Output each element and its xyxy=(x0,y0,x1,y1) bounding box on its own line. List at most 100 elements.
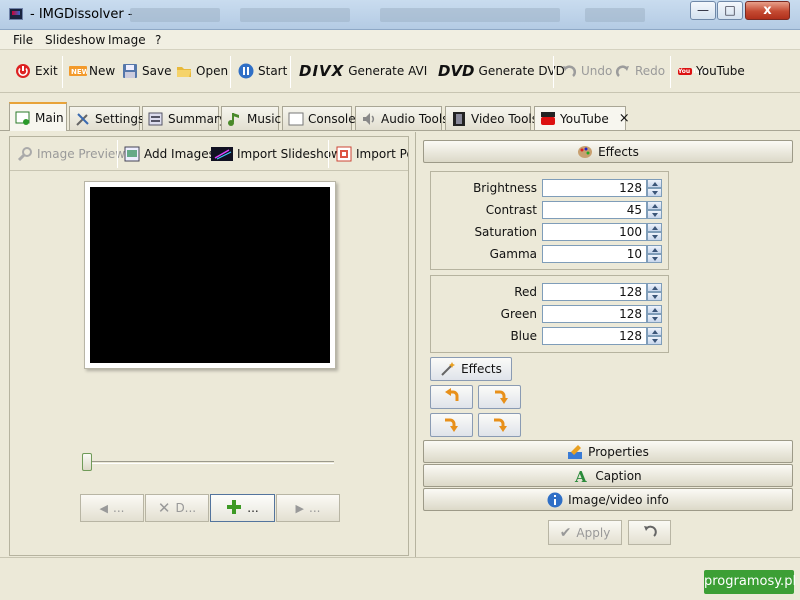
start-button[interactable]: Start xyxy=(238,60,287,82)
menu-help[interactable]: ? xyxy=(155,33,161,47)
blue-field[interactable]: 128 xyxy=(542,327,647,345)
generate-avi-button[interactable]: DIVX Generate AVI xyxy=(299,60,427,82)
red-label: Red xyxy=(514,285,537,299)
toolbar-separator xyxy=(117,140,118,168)
rotate-right-button[interactable] xyxy=(478,385,521,409)
save-button[interactable]: Save xyxy=(122,60,171,82)
info-section-header[interactable]: Image/video info xyxy=(423,488,793,511)
rotate-left-button[interactable] xyxy=(430,385,473,409)
contrast-spinner[interactable] xyxy=(647,201,662,219)
green-label: Green xyxy=(500,307,537,321)
minimize-icon: — xyxy=(697,3,709,17)
add-images-button[interactable]: Add Images xyxy=(124,144,215,164)
tab-youtube[interactable]: YouTube × xyxy=(534,106,630,130)
gamma-field[interactable]: 10 xyxy=(542,245,647,263)
arrow-right-icon: ▶ xyxy=(295,501,304,515)
slideshow-icon xyxy=(211,146,233,162)
redo-icon xyxy=(615,63,631,79)
tab-music[interactable]: Music xyxy=(221,106,281,130)
close-icon: x xyxy=(763,3,772,18)
main-tab-icon xyxy=(15,110,31,126)
previous-button[interactable]: ◀ ... xyxy=(80,494,144,522)
gamma-label: Gamma xyxy=(489,247,537,261)
flip-right-icon xyxy=(491,416,509,435)
console-icon xyxy=(288,111,304,127)
rotate-left-icon xyxy=(443,387,461,407)
caption-section-header[interactable]: A Caption xyxy=(423,464,793,487)
plus-icon xyxy=(226,499,242,518)
timeline-slider-track[interactable] xyxy=(84,461,334,464)
menu-image[interactable]: Image xyxy=(108,33,146,47)
window-title: - IMGDissolver - xyxy=(30,7,133,22)
toolbar-separator xyxy=(328,140,329,168)
tab-audio-tools[interactable]: Audio Tools xyxy=(355,106,448,130)
undo-changes-button[interactable] xyxy=(628,520,671,545)
undo-button[interactable]: Undo xyxy=(561,60,612,82)
apply-button[interactable]: ✔ Apply xyxy=(548,520,622,545)
toolbar-separator xyxy=(230,56,231,88)
green-field[interactable]: 128 xyxy=(542,305,647,323)
timeline-slider-thumb[interactable] xyxy=(82,453,92,471)
effects-section-header[interactable]: Effects xyxy=(423,140,793,163)
maximize-icon: □ xyxy=(724,3,736,17)
youtube-logo: You Tube xyxy=(678,67,709,75)
red-spinner[interactable] xyxy=(647,283,662,301)
flip-horizontal-button[interactable] xyxy=(478,413,521,437)
delete-button[interactable]: ✕ D... xyxy=(145,494,209,522)
properties-section-header[interactable]: Properties xyxy=(423,440,793,463)
tab-video-tools[interactable]: Video Tools xyxy=(445,106,538,130)
new-button[interactable]: NEW New xyxy=(69,60,115,82)
tab-close-icon[interactable]: × xyxy=(619,111,630,126)
green-spinner[interactable] xyxy=(647,305,662,323)
import-pow-button[interactable]: Import Pow xyxy=(336,144,408,164)
minimize-button[interactable]: — xyxy=(690,1,716,20)
toolbar-separator xyxy=(290,56,291,88)
add-button[interactable]: ... xyxy=(210,494,275,522)
toolbar-separator xyxy=(62,56,63,88)
tab-settings[interactable]: Settings xyxy=(69,106,144,130)
rotate-right-icon xyxy=(491,388,509,407)
preview-image xyxy=(90,187,330,363)
brightness-spinner[interactable] xyxy=(647,179,662,197)
saturation-spinner[interactable] xyxy=(647,223,662,241)
tab-console[interactable]: Console xyxy=(282,106,356,130)
next-button[interactable]: ▶ ... xyxy=(276,494,340,522)
brightness-field[interactable]: 128 xyxy=(542,179,647,197)
tab-baseline xyxy=(0,130,800,131)
contrast-field[interactable]: 45 xyxy=(542,201,647,219)
info-icon xyxy=(547,492,563,508)
menu-file[interactable]: File xyxy=(13,33,33,47)
close-button[interactable]: x xyxy=(745,1,790,20)
undo-arrow-icon xyxy=(642,523,658,542)
powerpoint-icon xyxy=(336,146,352,162)
brightness-label: Brightness xyxy=(473,181,537,195)
gamma-spinner[interactable] xyxy=(647,245,662,263)
flip-vertical-button[interactable] xyxy=(430,413,473,437)
effects-button[interactable]: Effects xyxy=(430,357,512,381)
saturation-field[interactable]: 100 xyxy=(542,223,647,241)
redo-button[interactable]: Redo xyxy=(615,60,665,82)
flip-down-icon xyxy=(443,416,461,435)
menu-slideshow[interactable]: Slideshow xyxy=(45,33,105,47)
open-button[interactable]: Open xyxy=(176,60,228,82)
app-icon xyxy=(9,8,23,20)
title-bar-glass xyxy=(380,8,560,22)
image-preview-button[interactable]: Image Preview xyxy=(17,144,125,164)
red-field[interactable]: 128 xyxy=(542,283,647,301)
maximize-button[interactable]: □ xyxy=(717,1,743,20)
film-icon xyxy=(451,111,467,127)
youtube-button[interactable]: You Tube YouTube xyxy=(678,60,745,82)
start-icon xyxy=(238,63,254,79)
tab-main[interactable]: Main xyxy=(9,102,67,131)
floppy-icon xyxy=(122,63,138,79)
speaker-icon xyxy=(361,111,377,127)
tab-summary[interactable]: Summary xyxy=(142,106,226,130)
contrast-label: Contrast xyxy=(485,203,537,217)
import-slideshow-button[interactable]: Import Slideshow xyxy=(211,144,341,164)
new-icon: NEW xyxy=(69,63,90,79)
blue-spinner[interactable] xyxy=(647,327,662,345)
status-bar xyxy=(0,557,800,600)
exit-button[interactable]: Exit xyxy=(15,60,58,82)
summary-icon xyxy=(148,111,164,127)
generate-dvd-button[interactable]: DVD Generate DVD xyxy=(438,60,565,82)
